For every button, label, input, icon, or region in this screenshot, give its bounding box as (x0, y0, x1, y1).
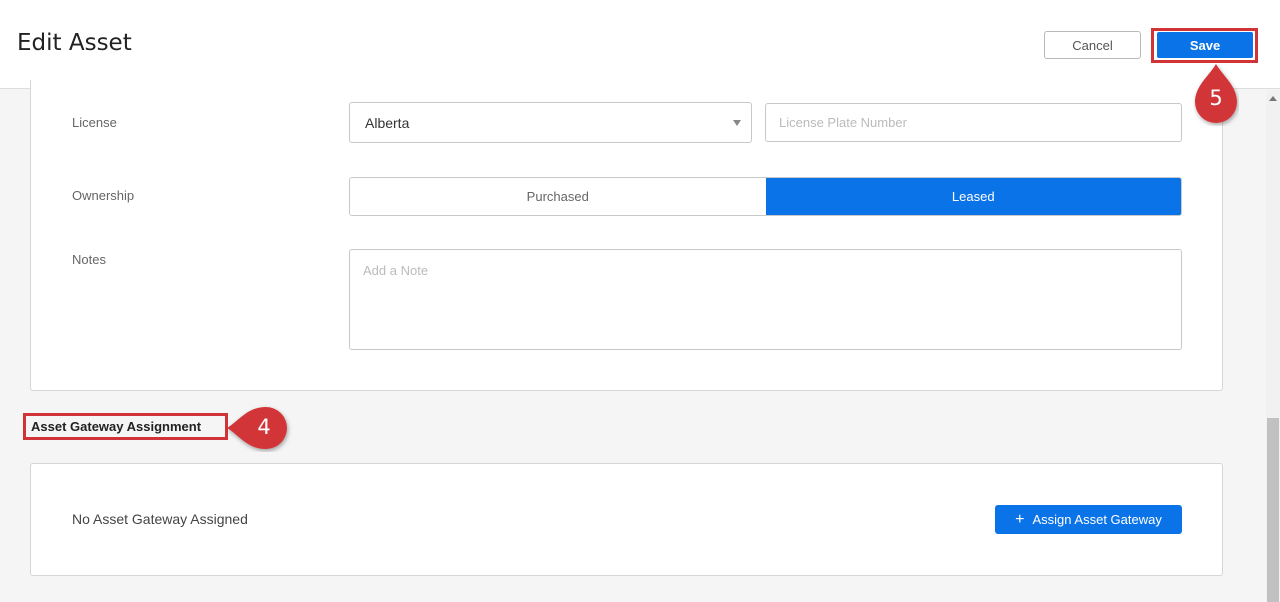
notes-textarea[interactable] (349, 249, 1182, 350)
save-button[interactable]: Save (1157, 32, 1253, 58)
vertical-scrollbar[interactable] (1266, 90, 1280, 602)
assign-gateway-label: Assign Asset Gateway (1032, 512, 1162, 527)
step-marker-5: 5 (1193, 62, 1239, 126)
gateway-empty-text: No Asset Gateway Assigned (72, 511, 248, 527)
license-label: License (72, 115, 117, 130)
province-select[interactable]: Alberta (349, 102, 752, 143)
step-marker-4: 4 (225, 404, 293, 452)
plus-icon: + (1015, 510, 1025, 528)
ownership-toggle: Purchased Leased (349, 177, 1182, 216)
step-number-4: 4 (257, 415, 271, 439)
step-number-5: 5 (1209, 86, 1223, 110)
cancel-button[interactable]: Cancel (1044, 31, 1141, 59)
page-title: Edit Asset (17, 30, 132, 56)
gateway-section-title: Asset Gateway Assignment (31, 419, 202, 434)
ownership-option-leased[interactable]: Leased (765, 178, 1181, 215)
scrollbar-thumb[interactable] (1267, 418, 1279, 602)
chevron-down-icon (733, 120, 741, 126)
assign-gateway-button[interactable]: + Assign Asset Gateway (995, 505, 1182, 534)
scroll-up-icon[interactable] (1269, 96, 1277, 101)
ownership-option-purchased[interactable]: Purchased (350, 178, 766, 215)
ownership-label: Ownership (72, 188, 135, 203)
page-header: Edit Asset Cancel Save (0, 0, 1280, 89)
notes-label: Notes (72, 252, 106, 267)
province-select-value: Alberta (365, 115, 410, 131)
license-plate-input[interactable] (765, 103, 1182, 142)
